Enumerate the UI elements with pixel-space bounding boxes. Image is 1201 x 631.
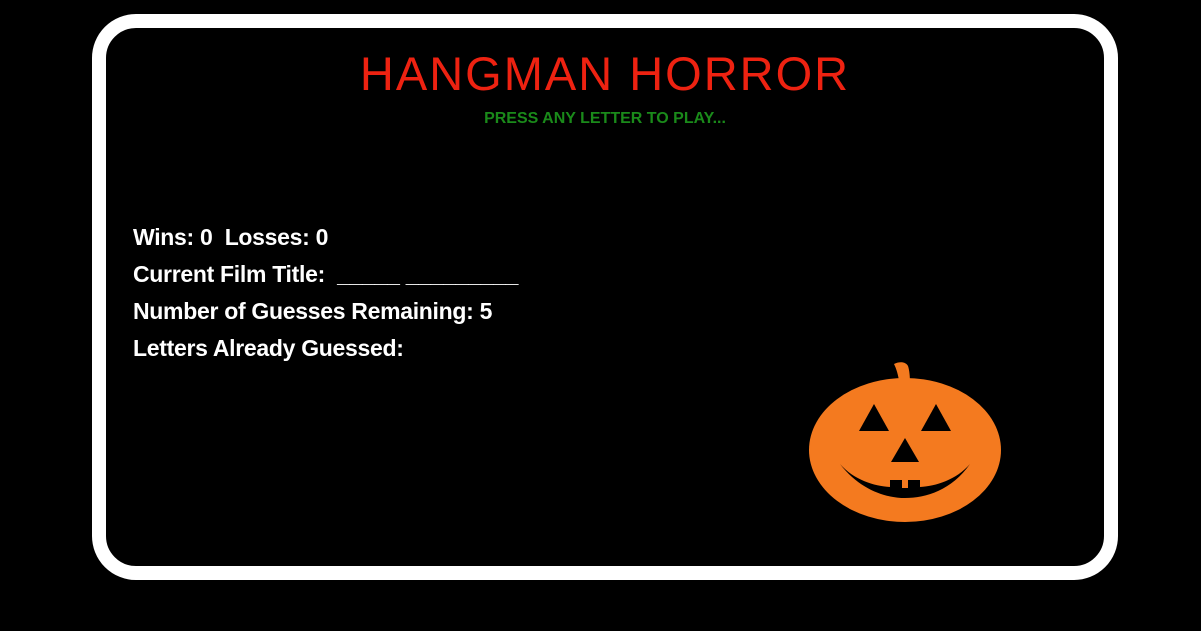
page-title: HANGMAN HORROR	[359, 47, 851, 100]
guesses-label: Number of Guesses Remaining:	[133, 298, 474, 324]
wins-value: 0	[200, 224, 213, 250]
instruction-text: PRESS ANY LETTER TO PLAY...	[484, 110, 726, 127]
losses-label: Losses:	[224, 224, 310, 250]
guesses-value: 5	[479, 298, 493, 324]
letters-guessed-label: Letters Already Guessed:	[133, 335, 404, 361]
game-stats: Wins: 0 Losses: 0 Current Film Title: __…	[133, 219, 518, 367]
letters-guessed-row: Letters Already Guessed:	[133, 330, 518, 367]
score-row: Wins: 0 Losses: 0	[133, 219, 518, 256]
film-title-blanks: _____ _________	[337, 261, 519, 287]
film-title-row: Current Film Title: _____ _________	[133, 256, 518, 293]
film-title-label: Current Film Title:	[133, 261, 325, 287]
guesses-row: Number of Guesses Remaining: 5	[133, 293, 518, 330]
wins-label: Wins:	[133, 224, 194, 250]
jack-o-lantern-icon	[809, 362, 1001, 522]
losses-value: 0	[315, 224, 329, 250]
game-frame: HANGMAN HORROR PRESS ANY LETTER TO PLAY.…	[92, 14, 1118, 580]
